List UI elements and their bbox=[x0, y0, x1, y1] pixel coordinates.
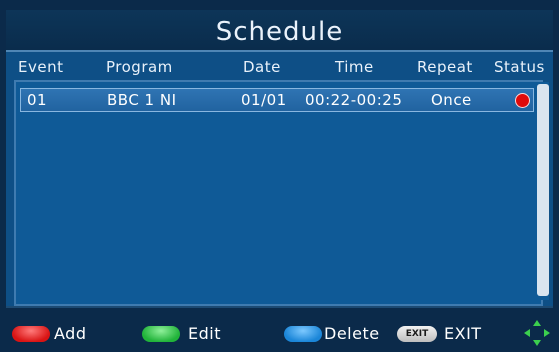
schedule-screen: Schedule Event Program Date Time Repeat … bbox=[0, 0, 559, 352]
column-header-program: Program bbox=[106, 58, 173, 76]
column-header-time: Time bbox=[335, 58, 374, 76]
table-header: Event Program Date Time Repeat Status bbox=[6, 56, 553, 76]
schedule-panel: Event Program Date Time Repeat Status 01… bbox=[6, 52, 553, 306]
add-label[interactable]: Add bbox=[54, 324, 86, 344]
column-header-event: Event bbox=[18, 58, 64, 76]
cell-time: 00:22-00:25 bbox=[305, 91, 403, 109]
delete-label[interactable]: Delete bbox=[324, 324, 380, 344]
scrollbar-thumb[interactable] bbox=[537, 84, 549, 296]
exit-key-icon[interactable]: EXIT bbox=[397, 326, 437, 342]
schedule-list[interactable]: 01 BBC 1 NI 01/01 00:22-00:25 Once bbox=[14, 80, 543, 306]
footer-key-bar: Add Edit Delete EXIT EXIT bbox=[0, 306, 559, 352]
edit-label[interactable]: Edit bbox=[188, 324, 221, 344]
cell-event: 01 bbox=[27, 91, 48, 109]
column-header-date: Date bbox=[243, 58, 281, 76]
table-row[interactable]: 01 BBC 1 NI 01/01 00:22-00:25 Once bbox=[20, 88, 534, 112]
cell-repeat: Once bbox=[431, 91, 472, 109]
navigation-arrows-icon bbox=[524, 320, 550, 346]
page-title: Schedule bbox=[6, 10, 553, 52]
red-dot-icon bbox=[515, 93, 530, 108]
scrollbar[interactable] bbox=[537, 82, 549, 300]
red-key-icon[interactable] bbox=[12, 326, 50, 342]
column-header-status: Status bbox=[494, 58, 545, 76]
column-header-repeat: Repeat bbox=[417, 58, 473, 76]
footer-divider bbox=[6, 306, 553, 308]
cell-program: BBC 1 NI bbox=[107, 91, 177, 109]
cell-date: 01/01 bbox=[241, 91, 287, 109]
blue-key-icon[interactable] bbox=[284, 326, 322, 342]
green-key-icon[interactable] bbox=[142, 326, 180, 342]
exit-label[interactable]: EXIT bbox=[444, 324, 482, 344]
